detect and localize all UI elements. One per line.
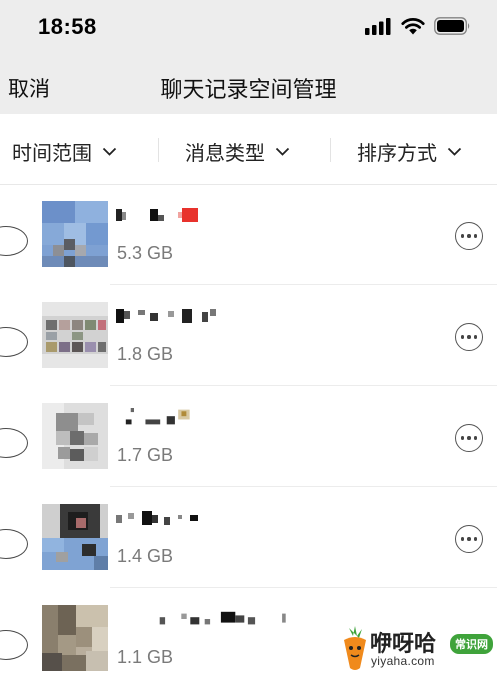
system-icons: [365, 17, 471, 35]
more-options-icon[interactable]: [455, 323, 483, 351]
filter-label: 消息类型: [185, 143, 265, 165]
status-bar: 18:58: [0, 0, 497, 58]
filter-bar: 时间范围 消息类型 排序方式: [0, 114, 497, 185]
chat-list-item[interactable]: 1.4 GB: [0, 487, 497, 588]
select-checkbox[interactable]: [0, 327, 28, 357]
contact-name-redacted: [125, 408, 190, 425]
carrot-mascot-icon: [344, 626, 366, 670]
chevron-down-icon: [447, 147, 462, 156]
avatar: [42, 302, 108, 368]
select-checkbox[interactable]: [0, 226, 28, 256]
filter-sort-order[interactable]: 排序方式: [357, 137, 462, 166]
chat-list-item[interactable]: 1.8 GB: [0, 285, 497, 386]
contact-name-redacted: [116, 208, 198, 222]
filter-divider: [330, 138, 331, 162]
more-options-icon[interactable]: [455, 525, 483, 553]
chat-list-item[interactable]: 5.3 GB: [0, 184, 497, 285]
chevron-down-icon: [102, 147, 117, 156]
avatar: [42, 504, 108, 570]
watermark-badge: 常识网: [450, 634, 493, 654]
filter-time-range[interactable]: 时间范围: [12, 137, 117, 166]
page-title: 聊天记录空间管理: [160, 77, 337, 102]
select-checkbox[interactable]: [0, 428, 28, 458]
select-checkbox[interactable]: [0, 529, 28, 559]
more-options-icon[interactable]: [455, 424, 483, 452]
chat-list-item[interactable]: 1.7 GB: [0, 386, 497, 487]
wifi-icon: [401, 18, 425, 35]
storage-size: 5.3 GB: [117, 243, 174, 263]
filter-label: 时间范围: [12, 143, 92, 165]
filter-divider: [158, 138, 159, 162]
watermark-logo: 咿呀哈 常识网 yiyaha.com: [338, 620, 497, 677]
contact-name-redacted: [116, 511, 198, 525]
select-checkbox[interactable]: [0, 630, 28, 660]
storage-size: 1.7 GB: [117, 445, 174, 465]
contact-name-redacted: [159, 611, 286, 625]
storage-size: 1.8 GB: [117, 344, 174, 364]
cellular-signal-icon: [365, 17, 391, 35]
filter-label: 排序方式: [357, 143, 437, 165]
chevron-down-icon: [275, 147, 290, 156]
avatar: [42, 403, 108, 469]
storage-size: 1.4 GB: [117, 546, 174, 566]
avatar: [42, 201, 108, 267]
contact-name-redacted: [116, 309, 216, 323]
cancel-button[interactable]: 取消: [8, 73, 50, 103]
more-options-icon[interactable]: [455, 222, 483, 250]
watermark-domain: yiyaha.com: [371, 654, 435, 668]
storage-size: 1.1 GB: [117, 647, 174, 667]
filter-message-type[interactable]: 消息类型: [185, 137, 290, 166]
avatar: [42, 605, 108, 671]
battery-icon: [434, 17, 470, 35]
status-time: 18:58: [38, 14, 97, 39]
navigation-bar: 聊天记录空间管理 取消: [0, 58, 497, 114]
